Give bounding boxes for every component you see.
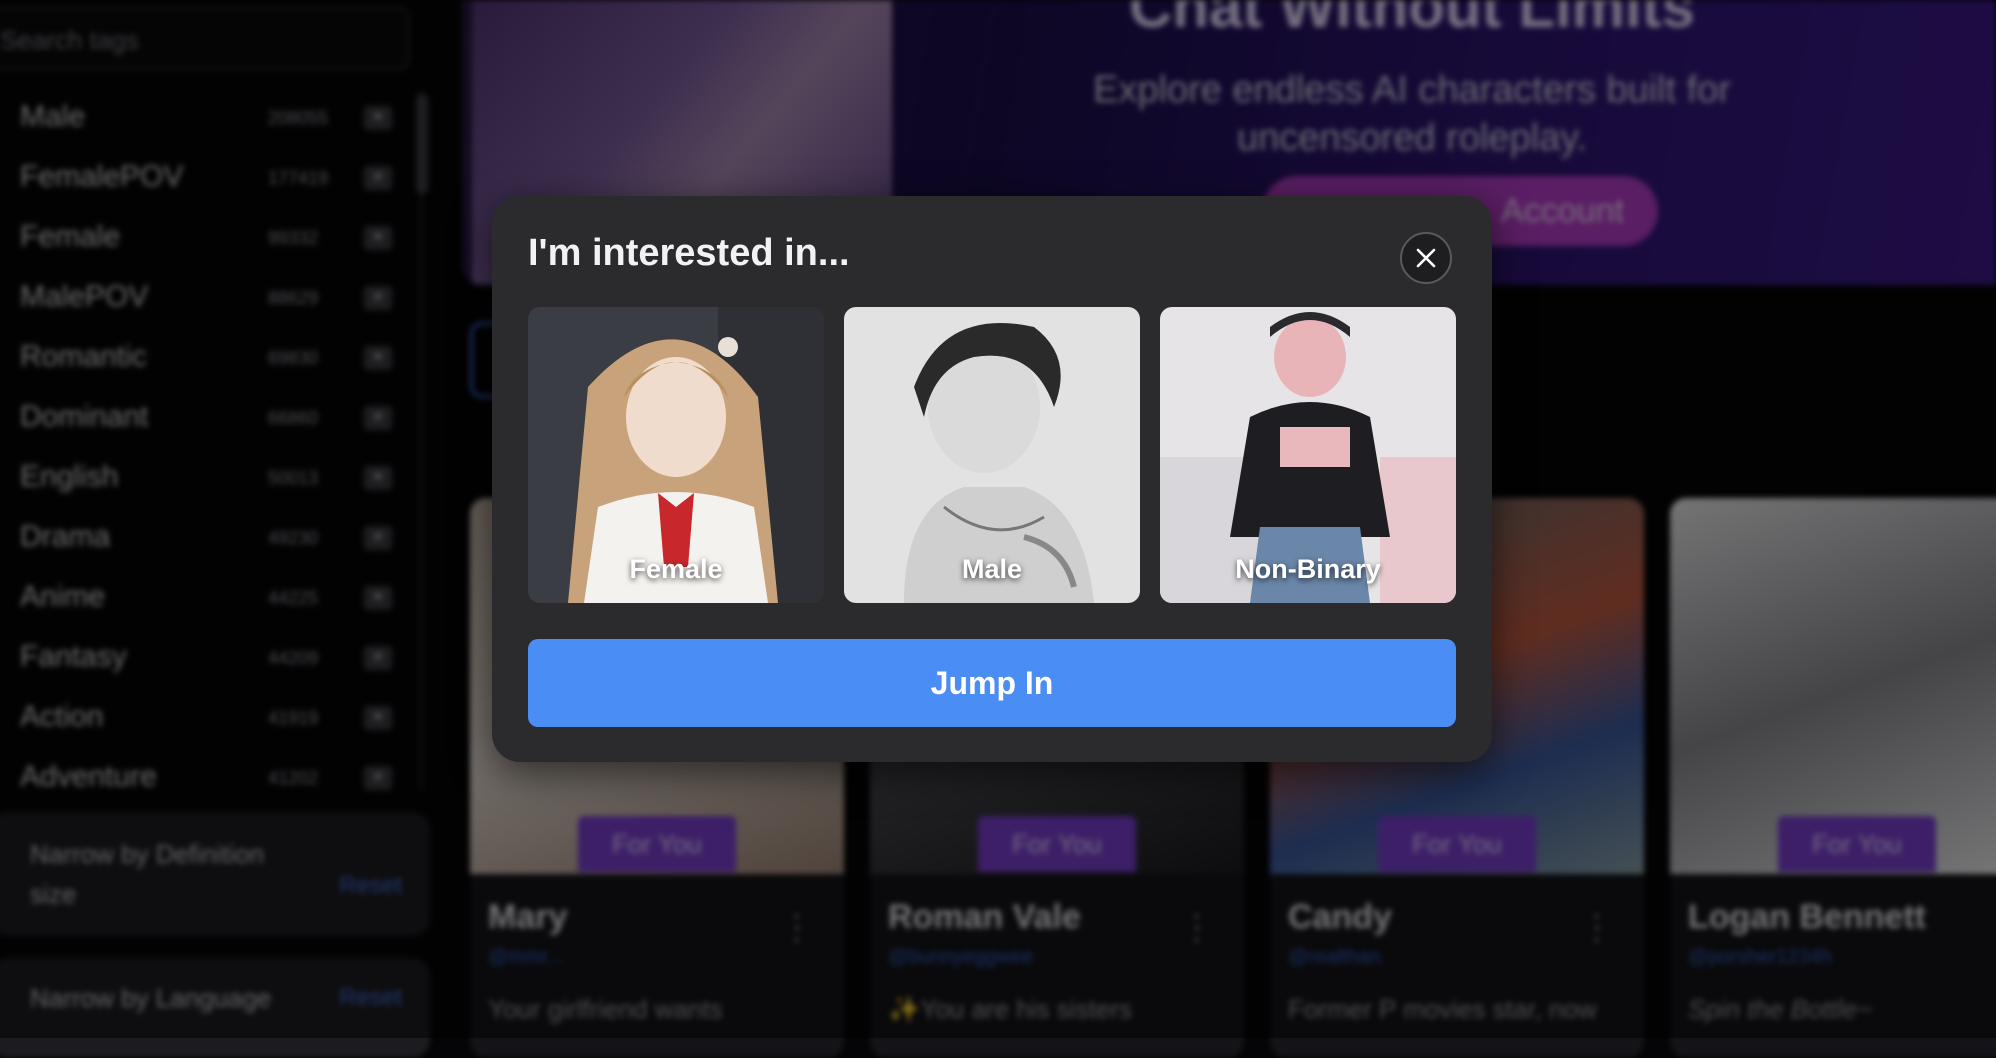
option-male[interactable]: Male: [844, 307, 1140, 603]
option-non-binary[interactable]: Non-Binary: [1160, 307, 1456, 603]
interest-modal: I'm interested in... Female Male Non-Bin…: [492, 196, 1492, 762]
jump-in-button[interactable]: Jump In: [528, 639, 1456, 727]
close-icon: [1416, 248, 1436, 268]
option-female[interactable]: Female: [528, 307, 824, 603]
option-label: Non-Binary: [1235, 554, 1381, 584]
close-button[interactable]: [1400, 232, 1452, 284]
option-label: Male: [961, 554, 1023, 584]
option-label: Female: [629, 554, 723, 584]
modal-title: I'm interested in...: [528, 232, 850, 274]
